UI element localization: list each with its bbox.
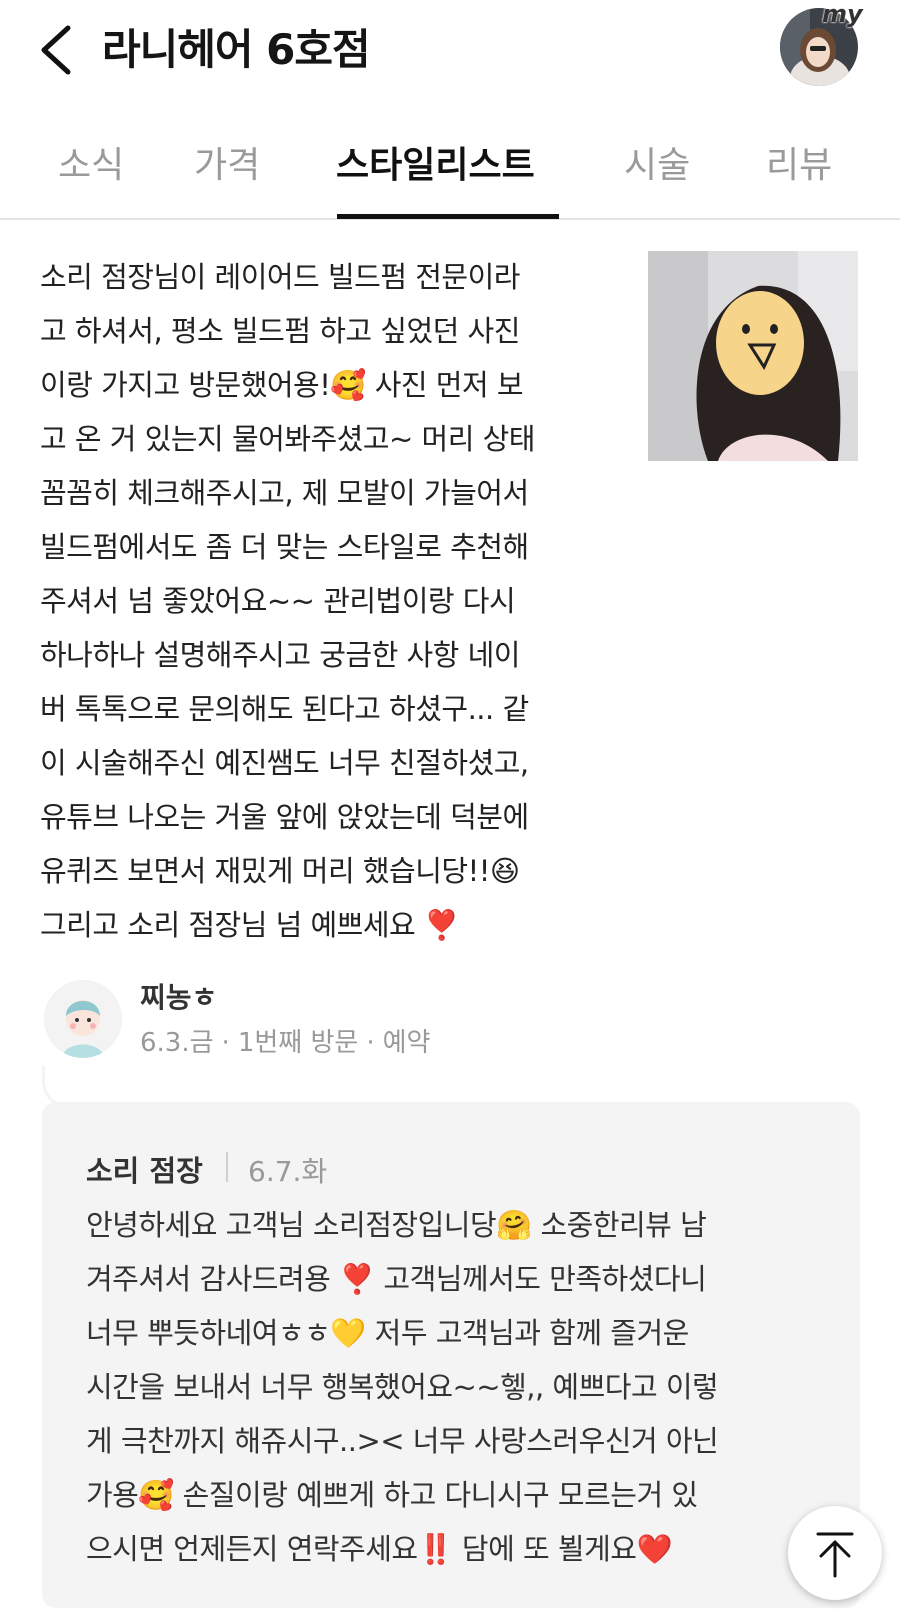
chevron-left-icon: [41, 25, 71, 75]
reviewer-avatar-image: [44, 980, 122, 1058]
reply-divider: [226, 1152, 228, 1182]
active-tab-indicator: [337, 214, 559, 219]
tab-treatment[interactable]: 시술: [624, 136, 690, 188]
page-title: 라니헤어 6호점: [102, 25, 371, 74]
meta-separator: ·: [366, 1028, 375, 1058]
reply-text: 안녕하세요 고객님 소리점장입니당🤗 소중한리뷰 남 겨주셔서 감사드려용 ❣️…: [86, 1208, 719, 1566]
reply-author: 소리 점장: [86, 1154, 203, 1188]
tab-review[interactable]: 리뷰: [766, 136, 832, 188]
booking-type: 예약: [382, 1028, 431, 1058]
tab-news[interactable]: 소식: [58, 136, 124, 188]
visit-count: 1번째 방문: [237, 1028, 359, 1058]
header: 라니헤어 6호점 my: [0, 0, 900, 100]
review-text: 소리 점장님이 레이어드 빌드펌 전문이라 고 하셔서, 평소 빌드펌 하고 싶…: [40, 260, 536, 942]
tab-price[interactable]: 가격: [194, 136, 260, 188]
reply-date: 6.7.화: [248, 1155, 328, 1188]
reviewer-avatar[interactable]: [44, 980, 122, 1058]
review-date: 6.3.금: [140, 1028, 214, 1058]
back-button[interactable]: [34, 22, 78, 78]
review-meta: 6.3.금 · 1번째 방문 · 예약: [140, 1022, 430, 1059]
tab-bar: 소식 가격 스타일리스트 시술 리뷰: [0, 118, 900, 220]
my-label: my: [822, 0, 863, 28]
scroll-to-top-button[interactable]: [788, 1506, 882, 1600]
reviewer-name[interactable]: 찌농ㅎ: [140, 976, 217, 1016]
review-photo-image: [648, 251, 858, 461]
review-photo[interactable]: [648, 251, 858, 461]
meta-separator: ·: [221, 1028, 230, 1058]
arrow-up-to-top-icon: [816, 1532, 854, 1578]
tab-stylist[interactable]: 스타일리스트: [336, 136, 535, 188]
